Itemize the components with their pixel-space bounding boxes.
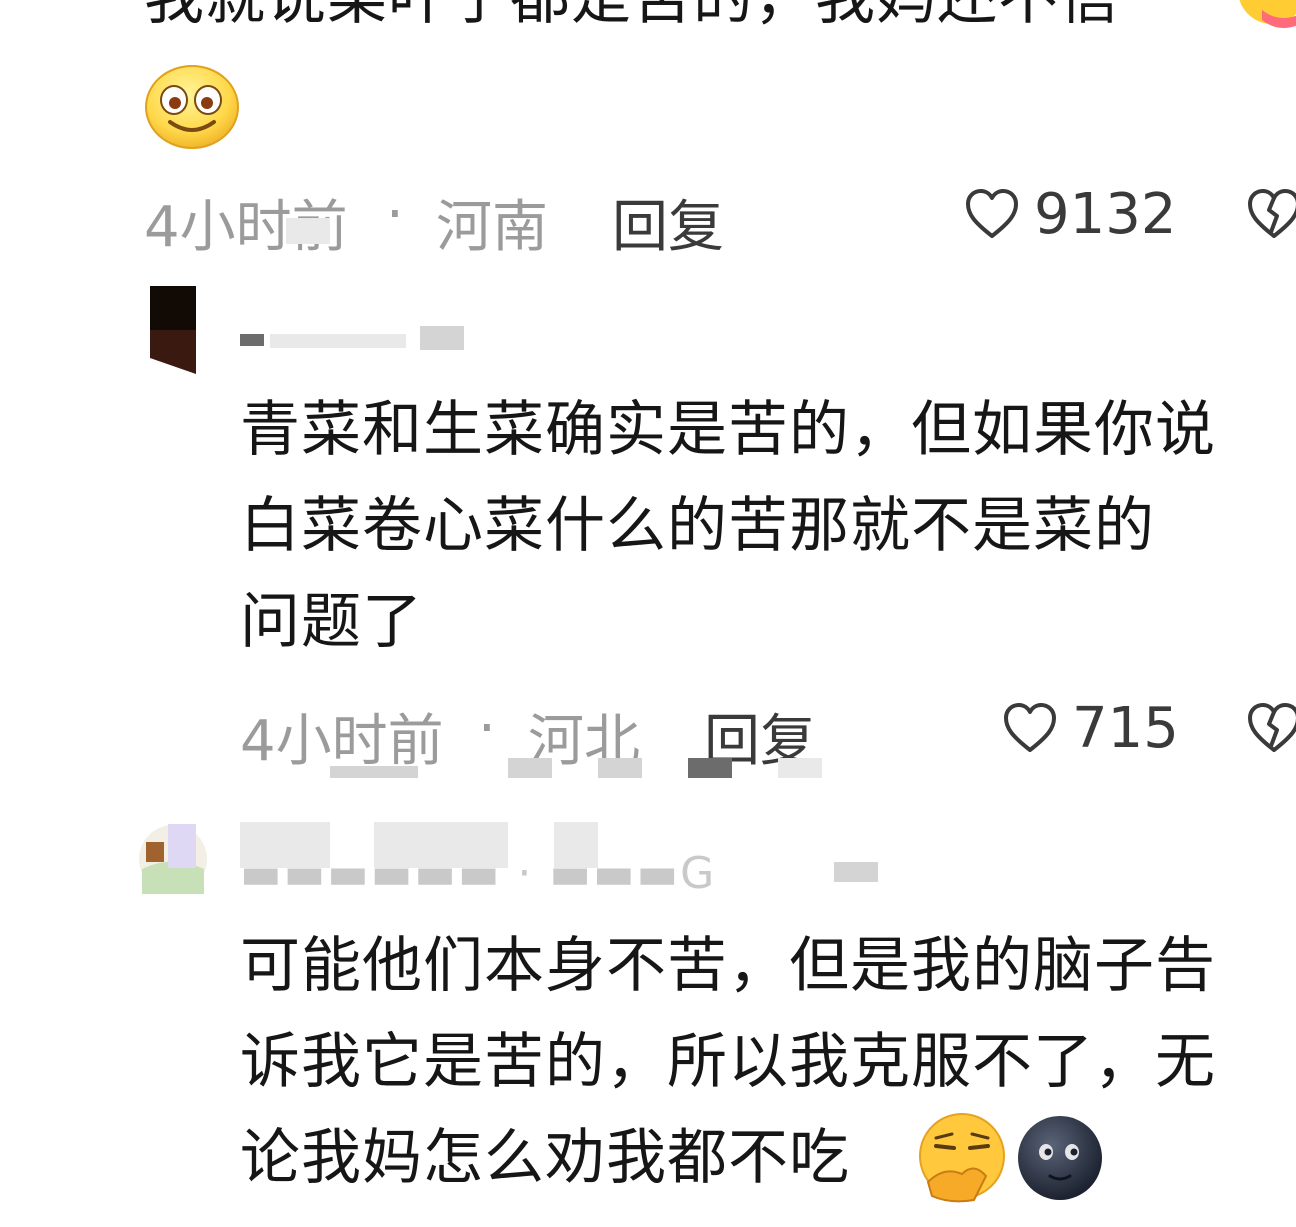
like-count: 9132 <box>1034 182 1177 247</box>
comment-text: 论我妈怎么劝我都不吃 <box>240 1123 850 1193</box>
avatar[interactable] <box>150 286 196 374</box>
emoji-icon <box>1232 0 1296 40</box>
comment-text: 我就说菜叶子都是苦的，我妈还不信 <box>144 0 1120 46</box>
reply-button[interactable]: 回复 <box>612 182 724 263</box>
broken-heart-icon[interactable] <box>1246 188 1296 240</box>
meta-separator: · <box>478 696 496 761</box>
comment-location: 河南 <box>436 195 548 260</box>
broken-heart-icon[interactable] <box>1246 702 1296 754</box>
smiley-emoji-icon <box>144 64 240 150</box>
new-moon-face-emoji-icon <box>1014 1114 1106 1202</box>
comment-text: 问题了 <box>240 587 423 657</box>
avatar[interactable] <box>138 824 208 894</box>
heart-outline-icon[interactable] <box>1002 702 1058 754</box>
comment-text: 青菜和生菜确实是苦的，但如果你说 <box>240 395 1216 465</box>
smirk-hand-emoji-icon <box>914 1112 1010 1204</box>
meta-separator: · <box>386 182 404 247</box>
comment-text: 可能他们本身不苦，但是我的脑子告 <box>240 931 1216 1001</box>
like-count: 715 <box>1072 696 1179 761</box>
comment-text: 白菜卷心菜什么的苦那就不是菜的 <box>240 491 1155 561</box>
username[interactable] <box>240 326 470 362</box>
comment-text: 诉我它是苦的，所以我克服不了，无 <box>240 1027 1216 1097</box>
heart-outline-icon[interactable] <box>964 188 1020 240</box>
username[interactable]: ▬▬▬▬▬▬ · ▬▬▬G <box>240 822 960 899</box>
comment-time: 4小时前 <box>240 709 444 774</box>
